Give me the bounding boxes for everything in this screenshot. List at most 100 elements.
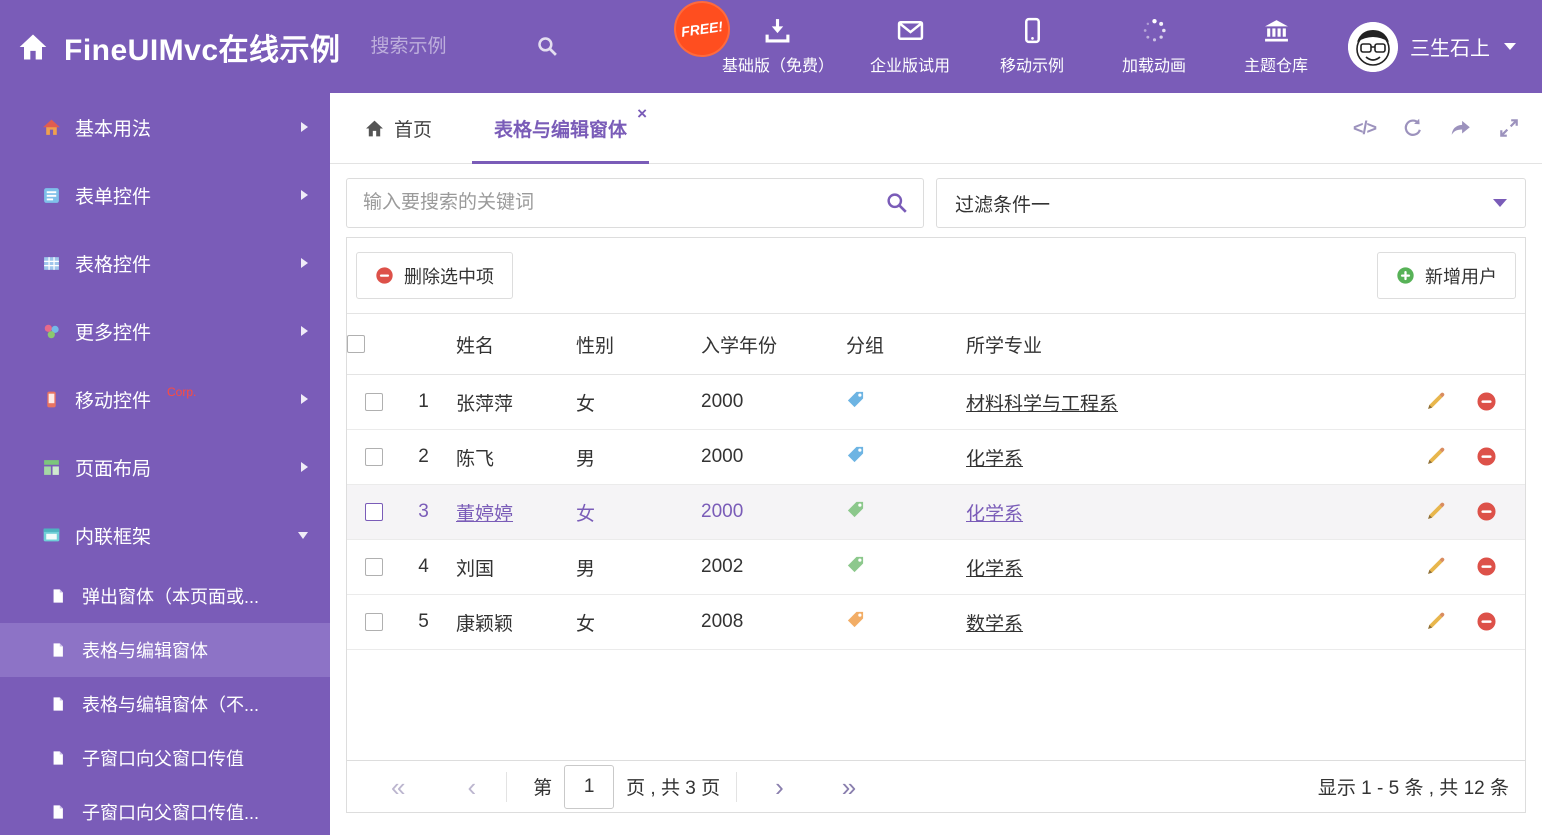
- cell-year: 2000: [691, 429, 836, 485]
- sidebar-item-more-controls[interactable]: 更多控件: [0, 297, 330, 365]
- add-user-button[interactable]: 新增用户: [1377, 252, 1516, 299]
- column-header-gender[interactable]: 性别: [566, 313, 691, 375]
- row-checkbox[interactable]: [365, 557, 383, 576]
- table-row[interactable]: 1 张萍萍 女 2000 材料科学与工程系: [347, 374, 1525, 430]
- download-icon: [764, 17, 791, 44]
- keyword-search-input[interactable]: [346, 178, 924, 228]
- nav-label: 移动示例: [999, 58, 1064, 75]
- phone-icon: [42, 390, 61, 409]
- row-checkbox[interactable]: [365, 447, 383, 466]
- delete-selected-button[interactable]: 删除选中项: [356, 252, 513, 299]
- source-code-icon[interactable]: </>: [1353, 118, 1377, 139]
- cell-year: 2000: [691, 484, 836, 540]
- major-link[interactable]: 数学系: [966, 614, 1023, 635]
- sidebar-subitem-grid-edit-window-2[interactable]: 表格与编辑窗体（不...: [0, 677, 330, 731]
- edit-pencil-icon[interactable]: [1425, 556, 1446, 577]
- edit-pencil-icon[interactable]: [1425, 611, 1446, 632]
- sidebar-item-iframe[interactable]: 内联框架: [0, 501, 330, 569]
- page-number-input[interactable]: [564, 764, 615, 809]
- sidebar: 基本用法 表单控件 表格控件 更多控件 移动控件 Corp. 页面布局 内联框架…: [0, 93, 330, 835]
- delete-row-icon[interactable]: [1476, 556, 1497, 577]
- fullscreen-icon[interactable]: [1498, 117, 1520, 139]
- tab-grid-edit-window[interactable]: 表格与编辑窗体 ×: [472, 93, 650, 164]
- row-checkbox[interactable]: [365, 502, 383, 521]
- tab-tools: </>: [1353, 117, 1542, 139]
- top-header: FineUIMvc在线示例 FREE! 基础版（免费） 企业版试用 移动示例: [0, 0, 1542, 93]
- sidebar-subitem-label: 表格与编辑窗体: [82, 641, 208, 661]
- sidebar-subitem-child-to-parent-2[interactable]: 子窗口向父窗口传值...: [0, 785, 330, 835]
- grid-panel: 删除选中项 新增用户 姓名 性别 入学年份 分组 所学专业 1 张萍萍 女 20…: [346, 237, 1526, 813]
- user-name: 三生石上: [1410, 38, 1490, 60]
- tag-icon: [846, 445, 865, 464]
- close-icon[interactable]: ×: [637, 105, 647, 122]
- column-header-name[interactable]: 姓名: [446, 313, 566, 375]
- tag-icon: [846, 610, 865, 629]
- nav-mobile-demo[interactable]: 移动示例: [986, 17, 1078, 76]
- search-icon[interactable]: [537, 36, 558, 57]
- header-search-input[interactable]: [370, 35, 511, 58]
- last-page-button[interactable]: »: [842, 774, 856, 800]
- nav-theme-repo[interactable]: 主题仓库: [1230, 17, 1322, 76]
- page-label-suffix: 页 , 共 3 页: [626, 778, 721, 799]
- table-row[interactable]: 2 陈飞 男 2000 化学系: [347, 429, 1525, 485]
- delete-row-icon[interactable]: [1476, 391, 1497, 412]
- nav-basic-edition[interactable]: FREE! 基础版（免费）: [670, 0, 834, 76]
- share-arrow-icon[interactable]: [1450, 117, 1472, 139]
- edit-pencil-icon[interactable]: [1425, 446, 1446, 467]
- sidebar-subitem-popup-window[interactable]: 弹出窗体（本页面或...: [0, 569, 330, 623]
- major-link[interactable]: 材料科学与工程系: [966, 394, 1118, 415]
- sidebar-item-grid-controls[interactable]: 表格控件: [0, 229, 330, 297]
- nav-loading-animation[interactable]: 加载动画: [1108, 17, 1200, 76]
- column-header-major[interactable]: 所学专业: [956, 313, 1410, 375]
- sidebar-item-basic-usage[interactable]: 基本用法: [0, 93, 330, 161]
- delete-row-icon[interactable]: [1476, 446, 1497, 467]
- next-page-button[interactable]: ›: [775, 774, 784, 800]
- search-icon[interactable]: [886, 192, 908, 214]
- refresh-icon[interactable]: [1402, 117, 1424, 139]
- edit-pencil-icon[interactable]: [1425, 391, 1446, 412]
- first-page-button[interactable]: «: [391, 774, 405, 800]
- spinner-icon: [1141, 17, 1168, 44]
- row-checkbox[interactable]: [365, 612, 383, 631]
- record-summary: 显示 1 - 5 条 , 共 12 条: [1317, 778, 1509, 799]
- user-menu[interactable]: 三生石上: [1348, 21, 1542, 72]
- chevron-right-icon: [301, 394, 308, 404]
- header-search: [370, 35, 558, 58]
- sidebar-item-form-controls[interactable]: 表单控件: [0, 161, 330, 229]
- sidebar-subitem-child-to-parent[interactable]: 子窗口向父窗口传值: [0, 731, 330, 785]
- nav-enterprise-trial[interactable]: 企业版试用: [864, 17, 956, 76]
- edit-pencil-icon[interactable]: [1425, 501, 1446, 522]
- cell-gender: 女: [566, 484, 691, 540]
- delete-row-icon[interactable]: [1476, 611, 1497, 632]
- table-row[interactable]: 4 刘国 男 2002 化学系: [347, 539, 1525, 595]
- row-checkbox[interactable]: [365, 392, 383, 411]
- grid-toolbar: 删除选中项 新增用户: [347, 238, 1525, 313]
- sidebar-item-mobile-controls[interactable]: 移动控件 Corp.: [0, 365, 330, 433]
- minus-circle-icon: [375, 266, 394, 285]
- home-icon: [365, 119, 384, 138]
- chevron-down-icon: [1504, 43, 1516, 50]
- file-icon: [50, 588, 66, 604]
- select-all-checkbox[interactable]: [347, 334, 365, 353]
- table-row[interactable]: 5 康颖颖 女 2008 数学系: [347, 594, 1525, 650]
- chevron-down-icon: [1493, 199, 1507, 207]
- data-grid: 姓名 性别 入学年份 分组 所学专业 1 张萍萍 女 2000 材料科学与工程系: [347, 313, 1525, 650]
- filter-dropdown[interactable]: 过滤条件一: [936, 178, 1526, 228]
- file-icon: [50, 750, 66, 766]
- table-row-selected[interactable]: 3 董婷婷 女 2000 化学系: [347, 484, 1525, 540]
- sidebar-item-label: 表单控件: [75, 186, 152, 208]
- home-icon: [18, 32, 48, 62]
- header-nav: FREE! 基础版（免费） 企业版试用 移动示例 加载动画 主题仓库: [670, 0, 1322, 76]
- column-header-year[interactable]: 入学年份: [691, 313, 836, 375]
- tab-home[interactable]: 首页: [365, 115, 432, 142]
- major-link[interactable]: 化学系: [966, 559, 1023, 580]
- tab-bar: 首页 表格与编辑窗体 × </>: [330, 93, 1542, 164]
- column-header-group[interactable]: 分组: [836, 313, 956, 375]
- major-link[interactable]: 化学系: [966, 504, 1023, 525]
- major-link[interactable]: 化学系: [966, 449, 1023, 470]
- sidebar-item-page-layout[interactable]: 页面布局: [0, 433, 330, 501]
- prev-page-button[interactable]: ‹: [467, 774, 476, 800]
- delete-row-icon[interactable]: [1476, 501, 1497, 522]
- sidebar-subitem-grid-edit-window[interactable]: 表格与编辑窗体: [0, 623, 330, 677]
- brand[interactable]: FineUIMvc在线示例: [0, 25, 341, 69]
